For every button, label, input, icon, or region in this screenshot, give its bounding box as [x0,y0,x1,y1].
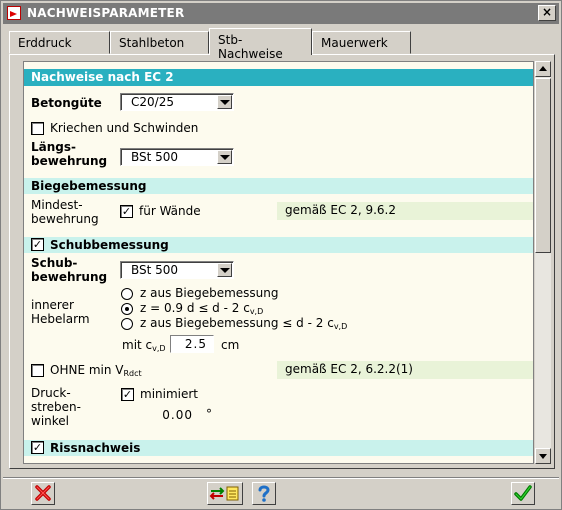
betongute-label: Betongüte [31,96,102,110]
ohne-min-checkbox[interactable] [31,364,44,377]
radio-z-aus-biege[interactable] [121,288,133,300]
radio-z-09d-sub: v,D [249,307,264,316]
tab-panel: Nachweise nach EC 2 Betongüte C20/25 Kri… [9,54,555,469]
langs-label-2: bewehrung [31,154,108,168]
radio-z-09d-text: z = 0.9 d ≤ d - 2 c [140,301,250,315]
tab-stahlbeton[interactable]: Stahlbeton [110,31,209,54]
tab-mauerwerk[interactable]: Mauerwerk [312,31,411,54]
radio-z-09d-label: z = 0.9 d ≤ d - 2 cv,D [140,301,263,316]
dialog-window: NACHWEISPARAMETER × Erddruck Stahlbeton … [0,0,562,510]
cv-unit: cm [221,338,240,352]
transfer-icon [209,486,239,501]
schub-bew-label-1: Schub- [31,256,78,270]
biege-reference: gemäß EC 2, 9.6.2 [277,202,533,220]
langs-label-1: Längs- [31,140,76,154]
hebel-label-1: innerer [31,298,74,312]
scroll-down-icon[interactable] [535,448,551,464]
radio-z-09d[interactable] [121,303,133,315]
chevron-down-icon[interactable] [217,150,232,164]
scroll-up-icon[interactable] [535,61,551,77]
red-x-icon [35,485,51,501]
langsbewehrung-value: BSt 500 [131,150,179,164]
tab-stb-nachweise[interactable]: Stb-Nachweise [209,28,312,61]
langsbewehrung-select[interactable]: BSt 500 [120,148,234,166]
cancel-button[interactable] [31,482,55,505]
transfer-button[interactable] [207,482,243,505]
vertical-scrollbar[interactable] [535,61,551,464]
angle-input[interactable]: 0.00 [120,406,200,424]
window-title: NACHWEISPARAMETER [27,6,185,20]
ok-button[interactable] [511,482,535,505]
kriechen-label: Kriechen und Schwinden [50,121,199,135]
kriechen-checkbox[interactable] [31,122,44,135]
close-button[interactable]: × [538,5,556,21]
help-button[interactable] [252,482,276,505]
ohne-min-sub: Rdct [123,369,142,378]
cv-input[interactable]: 2.5 [170,335,214,353]
radio-z-aus-biege-label: z aus Biegebemessung [140,286,279,300]
app-arrow-icon [7,6,21,20]
schub-reference: gemäß EC 2, 6.2.2(1) [277,361,533,379]
chevron-down-icon[interactable] [217,263,232,277]
title-bar: NACHWEISPARAMETER × [3,3,559,24]
betongute-select[interactable]: C20/25 [120,93,234,111]
schub-checkbox[interactable]: ✓ [31,238,44,251]
fuer-waende-checkbox[interactable]: ✓ [120,205,133,218]
ohne-min-label: OHNE min VRdct [50,363,142,378]
settings-content: Nachweise nach EC 2 Betongüte C20/25 Kri… [23,61,534,464]
druck-label-3: winkel [31,414,69,428]
section-header-biege: Biegebemessung [24,178,533,194]
schubbewehrung-value: BSt 500 [131,263,179,277]
schubbewehrung-select[interactable]: BSt 500 [120,261,234,279]
riss-header-label: Rissnachweis [50,441,141,455]
druck-label-2: streben- [31,400,81,414]
radio-z-biege-le-text: z aus Biegebemessung ≤ d - 2 c [140,316,334,330]
cv-label: mit cv,D [122,338,166,353]
cv-label-text: mit c [122,338,153,352]
riss-checkbox[interactable]: ✓ [31,441,44,454]
mindest-label-2: bewehrung [31,212,99,226]
tab-erddruck[interactable]: Erddruck [9,31,110,54]
angle-unit: ° [206,407,212,421]
tab-strip: Erddruck Stahlbeton Stb-Nachweise Mauerw… [9,28,549,61]
green-check-icon [514,485,532,501]
minimiert-checkbox[interactable]: ✓ [121,388,134,401]
schub-header-label: Schubbemessung [50,238,169,252]
radio-z-biege-le-sub: v,D [333,322,348,331]
footer-divider [3,477,559,479]
mindest-label-1: Mindest- [31,198,83,212]
help-icon [258,485,270,502]
chevron-down-icon[interactable] [217,95,232,109]
radio-z-biege-le-label: z aus Biegebemessung ≤ d - 2 cv,D [140,316,347,331]
section-header-ec2: Nachweise nach EC 2 [24,69,533,86]
ohne-min-text: OHNE min V [50,363,124,377]
radio-z-biege-le[interactable] [121,318,133,330]
druck-label-1: Druck- [31,386,71,400]
scroll-thumb[interactable] [535,78,551,253]
fuer-waende-label: für Wände [139,204,201,218]
cv-label-sub: v,D [152,344,166,353]
hebel-label-2: Hebelarm [31,312,90,326]
schub-bew-label-2: bewehrung [31,270,108,284]
betongute-value: C20/25 [131,95,174,109]
minimiert-label: minimiert [140,387,199,401]
